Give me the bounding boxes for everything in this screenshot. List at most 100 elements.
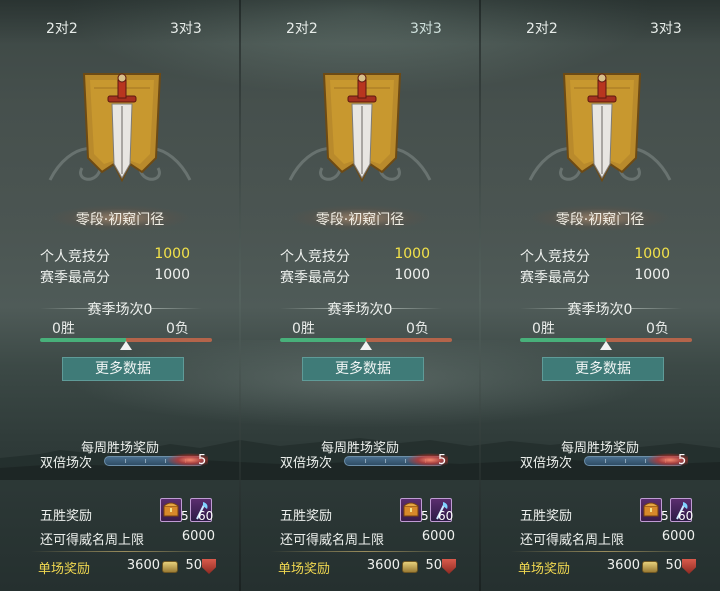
reward-divider — [30, 551, 220, 552]
banner-sword-emblem-icon — [562, 73, 642, 183]
single-shield-value: 50 — [185, 558, 202, 573]
win-bar — [40, 338, 126, 342]
wins-count: 0胜 — [532, 321, 555, 337]
chest-count: 5 — [181, 509, 189, 523]
single-coin-value: 3600 — [126, 558, 160, 573]
season-high-value: 1000 — [394, 267, 430, 283]
treasure-chest-glyph — [643, 502, 659, 517]
wins-count: 0胜 — [52, 321, 75, 337]
shield-icon — [442, 559, 456, 574]
axe-count: 60 — [438, 509, 454, 523]
season-high-value: 1000 — [154, 267, 190, 283]
treasure-chest-icon[interactable] — [160, 498, 182, 522]
double-matches-max: 5 — [678, 453, 687, 468]
bar-tick — [605, 459, 606, 463]
more-data-button[interactable]: 更多数据 — [302, 357, 424, 381]
coin-icon — [642, 561, 658, 573]
single-reward-label: 单场奖励 — [518, 562, 571, 577]
five-win-reward-label: 五胜奖励 — [520, 509, 573, 524]
personal-score-label: 个人竞技分 — [40, 249, 110, 265]
tab-bar — [0, 0, 240, 44]
losses-count: 0负 — [646, 321, 669, 337]
win-bar — [280, 338, 366, 342]
season-matches: 赛季场次0 — [87, 302, 153, 318]
more-data-button[interactable]: 更多数据 — [542, 357, 664, 381]
divider-line — [630, 308, 682, 309]
bar-tick — [625, 459, 626, 463]
single-shield-value: 50 — [425, 558, 442, 573]
double-matches-max: 5 — [438, 453, 447, 468]
bar-tick — [145, 459, 146, 463]
season-high-label: 赛季最高分 — [40, 270, 110, 286]
rank-name: 零段·初窥门径 — [555, 212, 645, 228]
single-reward-label: 单场奖励 — [278, 562, 331, 577]
five-win-reward-label: 五胜奖励 — [40, 509, 93, 524]
ratio-marker-icon — [120, 341, 132, 350]
double-matches-label: 双倍场次 — [280, 456, 333, 471]
chest-count: 5 — [421, 509, 429, 523]
reward-divider — [510, 551, 700, 552]
loss-bar — [606, 338, 692, 342]
weekly-cap-value: 6000 — [421, 529, 455, 544]
personal-score-label: 个人竞技分 — [280, 249, 350, 265]
more-data-button[interactable]: 更多数据 — [62, 357, 184, 381]
single-reward-label: 单场奖励 — [38, 562, 91, 577]
five-win-reward-label: 五胜奖励 — [280, 509, 333, 524]
win-bar — [520, 338, 606, 342]
divider-line — [150, 308, 202, 309]
rank-name: 零段·初窥门径 — [75, 212, 165, 228]
ladder-panel-middle: 2对2 3对3 零段·初窥门径 个人竞技分 1000 赛季最高分 1000 赛季… — [240, 0, 480, 591]
shield-icon — [682, 559, 696, 574]
rank-name: 零段·初窥门径 — [315, 212, 405, 228]
weekly-cap-value: 6000 — [181, 529, 215, 544]
tab-2v2[interactable]: 2对2 — [526, 18, 558, 40]
single-coin-value: 3600 — [606, 558, 640, 573]
personal-score-value: 1000 — [394, 246, 430, 262]
personal-score-value: 1000 — [154, 246, 190, 262]
single-coin-value: 3600 — [366, 558, 400, 573]
treasure-chest-glyph — [163, 502, 179, 517]
ratio-marker-icon — [360, 341, 372, 350]
treasure-chest-icon[interactable] — [400, 498, 422, 522]
double-matches-max: 5 — [198, 453, 207, 468]
bar-tick — [365, 459, 366, 463]
tab-2v2[interactable]: 2对2 — [46, 18, 78, 40]
reward-divider — [270, 551, 460, 552]
bar-tick — [125, 459, 126, 463]
coin-icon — [162, 561, 178, 573]
ladder-panel-right: 2对2 3对3 零段·初窥门径 个人竞技分 1000 赛季最高分 1000 赛季… — [480, 0, 720, 591]
personal-score-value: 1000 — [634, 246, 670, 262]
season-high-label: 赛季最高分 — [520, 270, 590, 286]
bar-tick — [385, 459, 386, 463]
personal-score-label: 个人竞技分 — [520, 249, 590, 265]
axe-count: 60 — [678, 509, 694, 523]
losses-count: 0负 — [406, 321, 429, 337]
ratio-marker-icon — [600, 341, 612, 350]
tab-3v3[interactable]: 3对3 — [410, 18, 442, 40]
tab-3v3[interactable]: 3对3 — [650, 18, 682, 40]
losses-count: 0负 — [166, 321, 189, 337]
weekly-cap-label: 还可得威名周上限 — [280, 533, 385, 548]
divider-line — [390, 308, 442, 309]
weekly-cap-value: 6000 — [661, 529, 695, 544]
tab-bar — [240, 0, 480, 44]
treasure-chest-glyph — [403, 502, 419, 517]
tab-bar — [480, 0, 720, 44]
wins-count: 0胜 — [292, 321, 315, 337]
season-matches: 赛季场次0 — [327, 302, 393, 318]
coin-icon — [402, 561, 418, 573]
tab-3v3[interactable]: 3对3 — [170, 18, 202, 40]
axe-count: 60 — [198, 509, 214, 523]
loss-bar — [366, 338, 452, 342]
tab-2v2[interactable]: 2对2 — [286, 18, 318, 40]
loss-bar — [126, 338, 212, 342]
banner-sword-emblem-icon — [82, 73, 162, 183]
weekly-cap-label: 还可得威名周上限 — [520, 533, 625, 548]
treasure-chest-icon[interactable] — [640, 498, 662, 522]
double-matches-label: 双倍场次 — [520, 456, 573, 471]
single-shield-value: 50 — [665, 558, 682, 573]
season-matches: 赛季场次0 — [567, 302, 633, 318]
season-high-value: 1000 — [634, 267, 670, 283]
ladder-panel-2v2: 2对2 3对3 零段·初窥门径 个人竞技分 1000 赛季最高分 1000 赛季… — [0, 0, 240, 591]
banner-sword-emblem-icon — [322, 73, 402, 183]
